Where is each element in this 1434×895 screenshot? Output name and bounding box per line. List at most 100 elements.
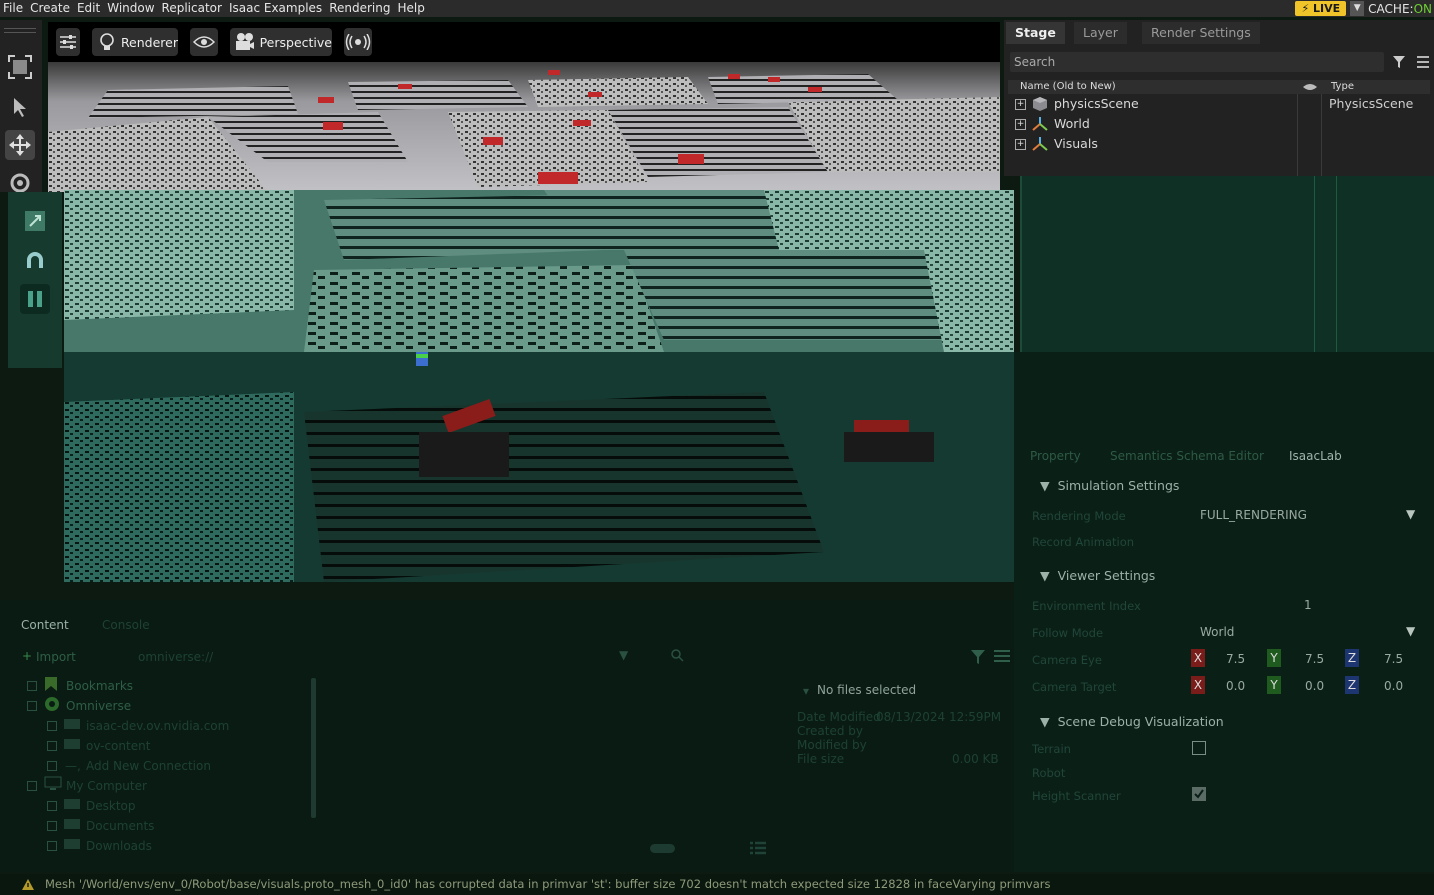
tree-item-downloads[interactable]: Downloads — [86, 839, 152, 853]
expand-icon[interactable] — [47, 761, 57, 771]
expand-icon[interactable] — [47, 841, 57, 851]
stage-row-label: physicsScene — [1054, 96, 1139, 111]
viewport-settings-button[interactable] — [56, 28, 80, 56]
menu-file[interactable]: File — [0, 0, 26, 17]
env-index-field[interactable]: 1 — [1304, 598, 1312, 612]
col-type[interactable]: Type — [1331, 81, 1354, 92]
zoom-slider[interactable] — [650, 844, 675, 853]
expand-icon[interactable]: + — [1015, 99, 1026, 110]
move-arrows-icon — [9, 134, 31, 156]
terrain-checkbox[interactable] — [1192, 741, 1206, 755]
stage-search-input[interactable]: Search — [1010, 52, 1384, 72]
viewport-lower-band — [64, 352, 1014, 582]
visibility-button[interactable] — [190, 28, 218, 56]
tree-item-desktop[interactable]: Desktop — [86, 799, 136, 813]
chevron-down-icon: ▼ — [1406, 624, 1416, 638]
section-viewer-settings[interactable]: ▼ Viewer Settings — [1040, 568, 1155, 583]
server-icon — [64, 739, 80, 749]
stage-panel: Stage Layer Render Settings Search Name … — [1004, 20, 1434, 176]
menu-rendering[interactable]: Rendering — [326, 0, 393, 17]
tree-item-add-connection[interactable]: Add New Connection — [86, 759, 211, 773]
menu-icon[interactable] — [993, 649, 1011, 663]
menu-help[interactable]: Help — [394, 0, 427, 17]
col-name[interactable]: Name (Old to New) — [1020, 81, 1116, 92]
camera-target-z-field[interactable]: 0.0 — [1384, 679, 1403, 693]
chevron-down-icon[interactable]: ▼ — [619, 648, 628, 662]
search-icon[interactable] — [670, 648, 684, 662]
tab-stage[interactable]: Stage — [1006, 22, 1065, 44]
tab-isaaclab[interactable]: IsaacLab — [1289, 449, 1342, 463]
tab-console[interactable]: Console — [102, 618, 150, 632]
list-view-icon[interactable] — [749, 841, 767, 856]
tree-item-ov-content[interactable]: ov-content — [86, 739, 150, 753]
left-toolbar-lower — [8, 192, 62, 368]
pause-button[interactable] — [20, 284, 50, 314]
section-simulation-settings[interactable]: ▼ Simulation Settings — [1040, 478, 1179, 493]
menu-edit[interactable]: Edit — [74, 0, 103, 17]
tree-item-server[interactable]: isaac-dev.ov.nvidia.com — [86, 719, 229, 733]
tab-content[interactable]: Content — [21, 618, 69, 632]
tree-item-omniverse[interactable]: Omniverse — [66, 699, 131, 713]
collapse-icon[interactable] — [27, 781, 37, 791]
tree-item-my-computer[interactable]: My Computer — [66, 779, 147, 793]
camera-label: Perspective — [259, 34, 332, 50]
snap-button[interactable] — [20, 246, 50, 276]
stage-row-visuals[interactable]: + Visuals — [1004, 134, 1434, 154]
renderer-button[interactable]: Renderer — [92, 28, 178, 56]
scale-icon — [25, 211, 45, 231]
computer-icon — [44, 776, 62, 790]
expand-icon[interactable]: + — [1015, 119, 1026, 130]
tab-render-settings[interactable]: Render Settings — [1142, 22, 1260, 44]
tab-semantics-schema-editor[interactable]: Semantics Schema Editor — [1110, 449, 1264, 463]
xform-axes-icon — [1032, 117, 1048, 131]
tree-scrollbar[interactable] — [311, 678, 316, 818]
menu-isaac-examples[interactable]: Isaac Examples — [226, 0, 325, 17]
expand-icon[interactable] — [47, 741, 57, 751]
expand-icon[interactable] — [47, 821, 57, 831]
expand-icon[interactable]: + — [1015, 139, 1026, 150]
cursor-icon — [14, 98, 26, 117]
live-dropdown-button[interactable]: ▼ — [1350, 1, 1365, 16]
stage-row-physicsscene[interactable]: + physicsScene PhysicsScene — [1004, 94, 1434, 114]
move-button[interactable] — [5, 130, 35, 160]
menu-create[interactable]: Create — [27, 0, 73, 17]
menu-replicator[interactable]: Replicator — [159, 0, 225, 17]
rendering-mode-dropdown[interactable]: FULL_RENDERING ▼ — [1196, 505, 1424, 525]
camera-eye-y-field[interactable]: 7.5 — [1305, 652, 1324, 666]
broadcast-button[interactable] — [344, 28, 372, 56]
tab-property[interactable]: Property — [1030, 449, 1081, 463]
collapse-icon[interactable] — [27, 701, 37, 711]
path-input[interactable]: omniverse:// — [138, 650, 213, 664]
tree-item-documents[interactable]: Documents — [86, 819, 154, 833]
live-button[interactable]: ⚡ LIVE — [1295, 1, 1347, 16]
height-scanner-label: Height Scanner — [1032, 789, 1121, 803]
scale-button[interactable] — [20, 206, 50, 236]
camera-button[interactable]: Perspective — [230, 28, 332, 56]
z-axis-badge: Z — [1345, 649, 1359, 667]
import-button[interactable]: Import — [36, 650, 76, 664]
filter-icon[interactable] — [1392, 55, 1406, 69]
camera-eye-z-field[interactable]: 7.5 — [1384, 652, 1403, 666]
plus-icon: + — [22, 649, 33, 663]
filter-icon[interactable] — [970, 649, 986, 665]
expand-icon[interactable] — [47, 721, 57, 731]
x-axis-badge: X — [1191, 676, 1205, 694]
collapse-triangle-icon: ▼ — [1040, 568, 1050, 583]
camera-target-x-field[interactable]: 0.0 — [1226, 679, 1245, 693]
section-scene-debug-visualization[interactable]: ▼ Scene Debug Visualization — [1040, 714, 1224, 729]
tree-item-bookmarks[interactable]: Bookmarks — [66, 679, 133, 693]
menu-window[interactable]: Window — [104, 0, 157, 17]
select-button[interactable] — [5, 92, 35, 122]
stage-row-world[interactable]: + World — [1004, 114, 1434, 134]
camera-eye-x-field[interactable]: 7.5 — [1226, 652, 1245, 666]
menu-icon[interactable] — [1416, 56, 1430, 68]
follow-mode-dropdown[interactable]: World ▼ — [1196, 622, 1424, 642]
collapse-icon[interactable] — [27, 681, 37, 691]
height-scanner-checkbox[interactable] — [1192, 787, 1206, 801]
viewport[interactable]: Renderer Perspective — [48, 22, 1000, 192]
select-mode-button[interactable] — [5, 52, 35, 82]
tab-layer[interactable]: Layer — [1074, 22, 1127, 44]
camera-eye-label: Camera Eye — [1032, 653, 1102, 667]
expand-icon[interactable] — [47, 801, 57, 811]
camera-target-y-field[interactable]: 0.0 — [1305, 679, 1324, 693]
